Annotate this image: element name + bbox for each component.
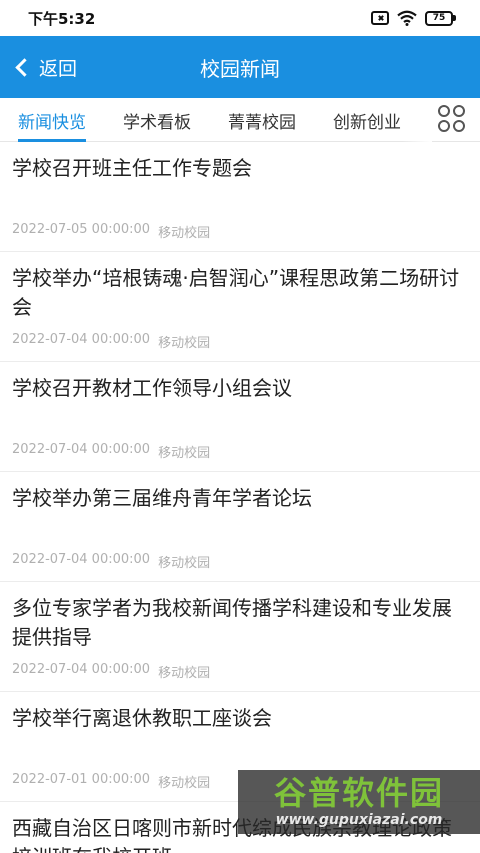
news-title: 学校举行离退休教职工座谈会: [12, 706, 272, 730]
watermark-url: www.gupuxiazai.com: [275, 812, 443, 828]
tabs-fade: [402, 98, 432, 142]
news-title: 学校举办“培根铸魂·启智润心”课程思政第二场研讨会: [12, 266, 460, 319]
category-tabs: 新闻快览 学术看板 菁菁校园 创新创业: [0, 98, 480, 142]
news-meta: 2022-07-04 00:00:00 移动校园: [12, 442, 210, 461]
status-icons: 75: [371, 10, 456, 26]
watermark-text: 谷普软件园: [273, 774, 444, 812]
sim-off-icon: [371, 11, 389, 25]
grid-dot: [438, 105, 450, 117]
list-item[interactable]: 学校举办“培根铸魂·启智润心”课程思政第二场研讨会 2022-07-04 00:…: [0, 252, 480, 362]
battery-icon: 75: [425, 10, 456, 26]
tab-innovation[interactable]: 创新创业: [333, 98, 401, 142]
battery-tip: [453, 15, 456, 21]
news-meta: 2022-07-04 00:00:00 移动校园: [12, 552, 210, 571]
news-date: 2022-07-04 00:00:00: [12, 332, 151, 347]
news-source: 移动校园: [158, 446, 211, 461]
news-source: 移动校园: [158, 776, 211, 791]
news-date: 2022-07-04 00:00:00: [12, 662, 151, 677]
back-button[interactable]: 返回: [12, 36, 77, 98]
grid-dot: [453, 105, 465, 117]
battery-level: 75: [425, 10, 453, 26]
list-item[interactable]: 学校召开班主任工作专题会 2022-07-05 00:00:00 移动校园: [0, 142, 480, 252]
news-date: 2022-07-01 00:00:00: [12, 772, 151, 787]
tab-campus-life[interactable]: 菁菁校园: [228, 98, 296, 142]
news-date: 2022-07-04 00:00:00: [12, 552, 151, 567]
status-bar: 下午5:32 75: [0, 0, 480, 36]
grid-icon[interactable]: [438, 105, 468, 135]
grid-dot: [453, 120, 465, 132]
news-meta: 2022-07-04 00:00:00 移动校园: [12, 332, 210, 351]
wifi-icon: [397, 10, 417, 26]
news-source: 移动校园: [158, 556, 211, 571]
back-label: 返回: [39, 57, 78, 80]
news-date: 2022-07-04 00:00:00: [12, 442, 151, 457]
status-time: 下午5:32: [28, 9, 96, 28]
news-date: 2022-07-05 00:00:00: [12, 222, 151, 237]
news-title: 学校召开教材工作领导小组会议: [12, 376, 292, 400]
news-title: 学校举办第三届维舟青年学者论坛: [12, 486, 312, 510]
chevron-left-icon: [15, 57, 34, 77]
tab-academic-board[interactable]: 学术看板: [123, 98, 191, 142]
news-meta: 2022-07-05 00:00:00 移动校园: [12, 222, 210, 241]
nav-bar: 返回 校园新闻: [0, 36, 480, 98]
news-title: 多位专家学者为我校新闻传播学科建设和专业发展提供指导: [12, 596, 452, 649]
news-source: 移动校园: [158, 336, 211, 351]
watermark: 谷普软件园 www.gupuxiazai.com: [238, 770, 480, 834]
news-title: 学校召开班主任工作专题会: [12, 156, 252, 180]
news-meta: 2022-07-04 00:00:00 移动校园: [12, 662, 210, 681]
list-item[interactable]: 学校召开教材工作领导小组会议 2022-07-04 00:00:00 移动校园: [0, 362, 480, 472]
grid-dot: [438, 120, 450, 132]
list-item[interactable]: 多位专家学者为我校新闻传播学科建设和专业发展提供指导 2022-07-04 00…: [0, 582, 480, 692]
news-source: 移动校园: [158, 226, 211, 241]
tab-news-overview[interactable]: 新闻快览: [18, 98, 86, 142]
news-list: 学校召开班主任工作专题会 2022-07-05 00:00:00 移动校园 学校…: [0, 142, 480, 853]
news-source: 移动校园: [158, 666, 211, 681]
list-item[interactable]: 学校举办第三届维舟青年学者论坛 2022-07-04 00:00:00 移动校园: [0, 472, 480, 582]
news-meta: 2022-07-01 00:00:00 移动校园: [12, 772, 210, 791]
